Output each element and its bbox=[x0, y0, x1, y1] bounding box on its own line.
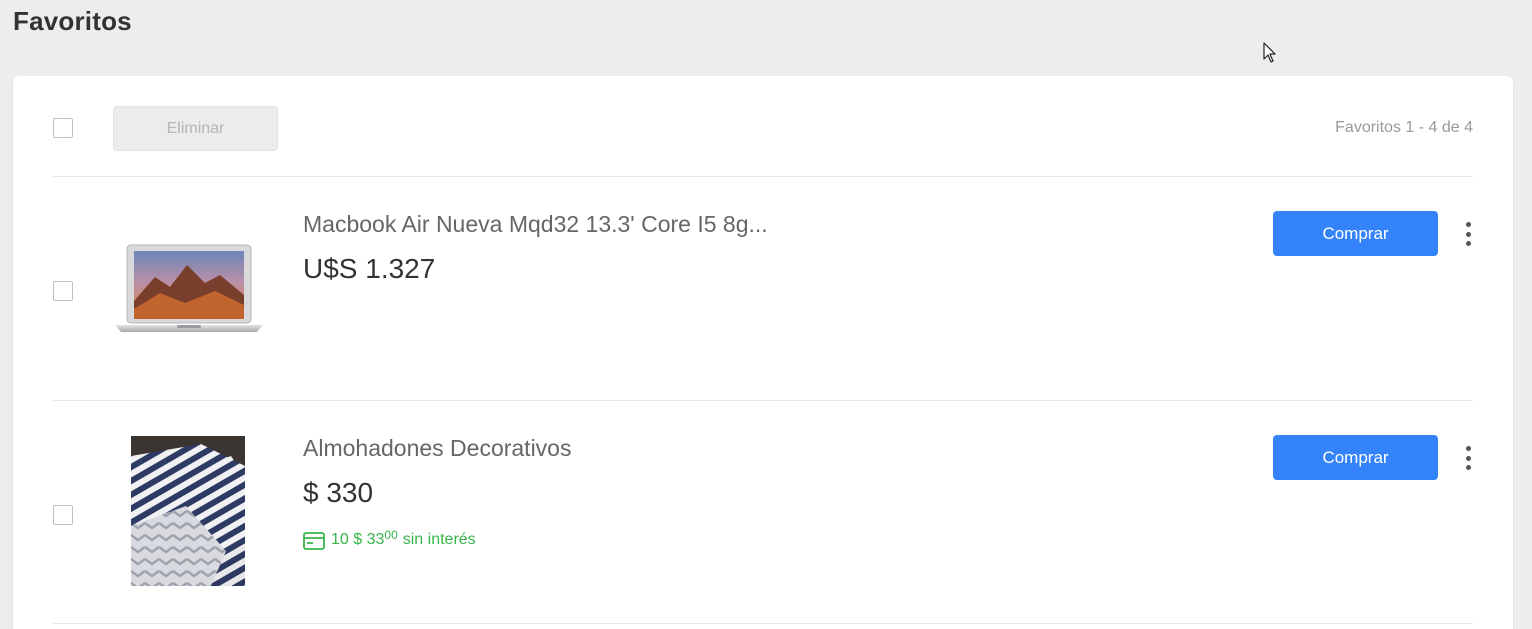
installments-amount: 10 $ 33 bbox=[331, 531, 385, 548]
delete-button[interactable]: Eliminar bbox=[113, 106, 278, 151]
favorites-card: Eliminar Favoritos 1 - 4 de 4 Macbook Ai… bbox=[13, 76, 1513, 629]
laptop-image[interactable] bbox=[115, 243, 263, 333]
buy-button[interactable]: Comprar bbox=[1273, 211, 1438, 256]
select-all-checkbox[interactable] bbox=[53, 118, 73, 138]
kebab-menu-icon[interactable] bbox=[1462, 221, 1474, 247]
item-title[interactable]: Almohadones Decorativos bbox=[303, 435, 571, 462]
installments-info: 10 $ 33 00 sin interés bbox=[303, 528, 476, 550]
installments-cents: 00 bbox=[384, 528, 398, 542]
divider bbox=[53, 623, 1473, 624]
item-title[interactable]: Macbook Air Nueva Mqd32 13.3' Core I5 8g… bbox=[303, 211, 768, 238]
kebab-menu-icon[interactable] bbox=[1462, 445, 1474, 471]
item-checkbox[interactable] bbox=[53, 505, 73, 525]
cushions-image[interactable] bbox=[131, 436, 245, 586]
favorites-count: Favoritos 1 - 4 de 4 bbox=[1335, 119, 1473, 136]
item-price: $ 330 bbox=[303, 477, 374, 508]
cursor-icon bbox=[1263, 42, 1276, 63]
item-price: U$S 1.327 bbox=[303, 253, 436, 284]
installments-suffix: sin interés bbox=[402, 531, 476, 548]
credit-card-icon bbox=[303, 532, 325, 550]
buy-button[interactable]: Comprar bbox=[1273, 435, 1438, 480]
favorite-item-macbook: Macbook Air Nueva Mqd32 13.3' Core I5 8g… bbox=[13, 177, 1513, 400]
favorite-item-cushions: Almohadones Decorativos $ 330 10 $ 33 00… bbox=[13, 401, 1513, 624]
item-checkbox[interactable] bbox=[53, 281, 73, 301]
page-title: Favoritos bbox=[13, 6, 132, 36]
